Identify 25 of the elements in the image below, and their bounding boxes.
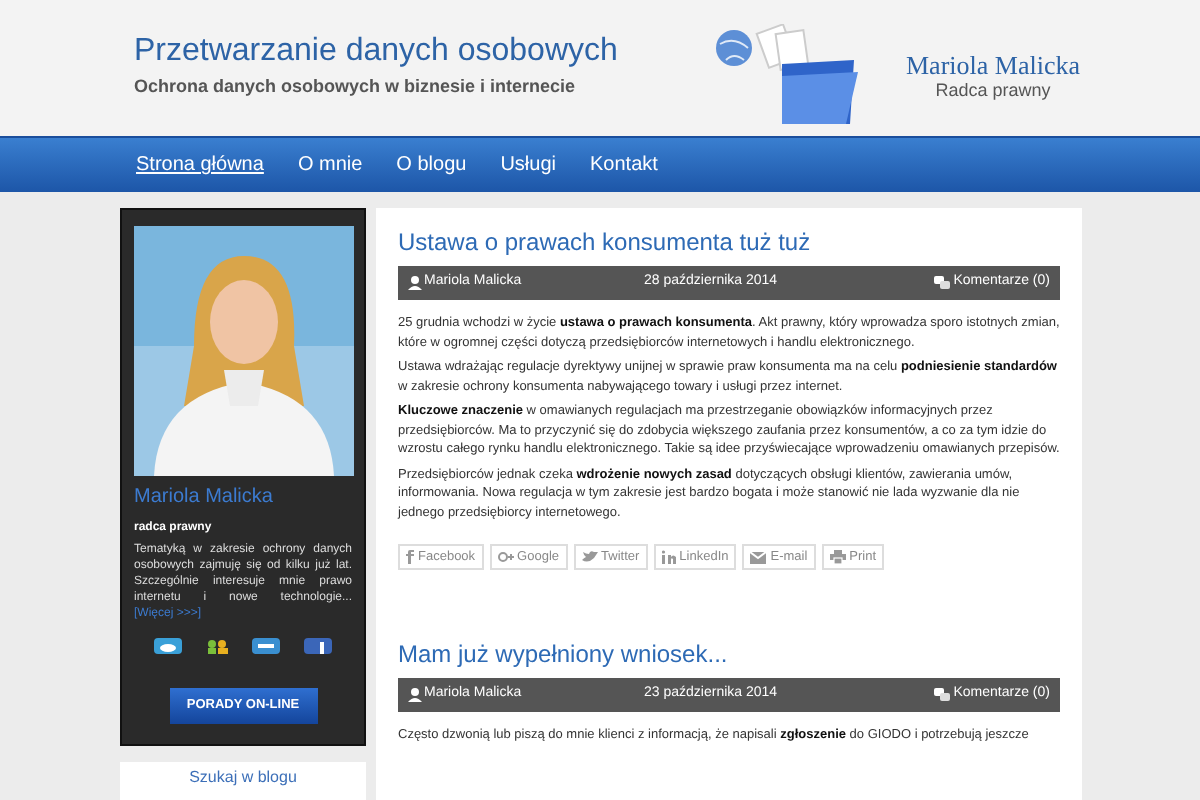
google-plus-icon bbox=[497, 550, 514, 564]
user-icon bbox=[408, 688, 422, 702]
nav-link[interactable]: O blogu bbox=[396, 150, 467, 180]
bird-icon bbox=[581, 550, 598, 564]
folder-globe-icon bbox=[713, 24, 862, 128]
nav-link[interactable]: O mnie bbox=[297, 150, 363, 180]
envelope-icon bbox=[750, 551, 767, 563]
nav-link[interactable]: Usługi bbox=[500, 150, 556, 180]
post-title[interactable]: Ustawa o prawach konsumenta tuż tuż bbox=[398, 226, 1060, 258]
nav-link[interactable]: Strona główna bbox=[136, 150, 264, 180]
author-name: Mariola Malicka bbox=[906, 50, 1080, 80]
linkedin-icon bbox=[661, 550, 676, 564]
post-title[interactable]: Mam już wypełniony wniosek... bbox=[398, 638, 1060, 670]
profile-name: Mariola Malicka bbox=[134, 484, 275, 512]
nav-link[interactable]: Kontakt bbox=[590, 150, 658, 180]
author-role: Radca prawny bbox=[935, 80, 1051, 102]
people-icon[interactable] bbox=[205, 638, 230, 654]
printer-icon bbox=[829, 550, 846, 564]
comments-icon bbox=[933, 276, 950, 290]
cloud-icon[interactable] bbox=[153, 638, 182, 654]
comments-icon bbox=[933, 688, 950, 702]
user-icon bbox=[408, 276, 422, 290]
site-title[interactable]: Przetwarzanie danych osobowych bbox=[134, 30, 618, 72]
widget-title: Szukaj w blogu bbox=[189, 766, 297, 790]
site-tagline: Ochrona danych osobowych w biznesie i internecie bbox=[134, 74, 578, 98]
